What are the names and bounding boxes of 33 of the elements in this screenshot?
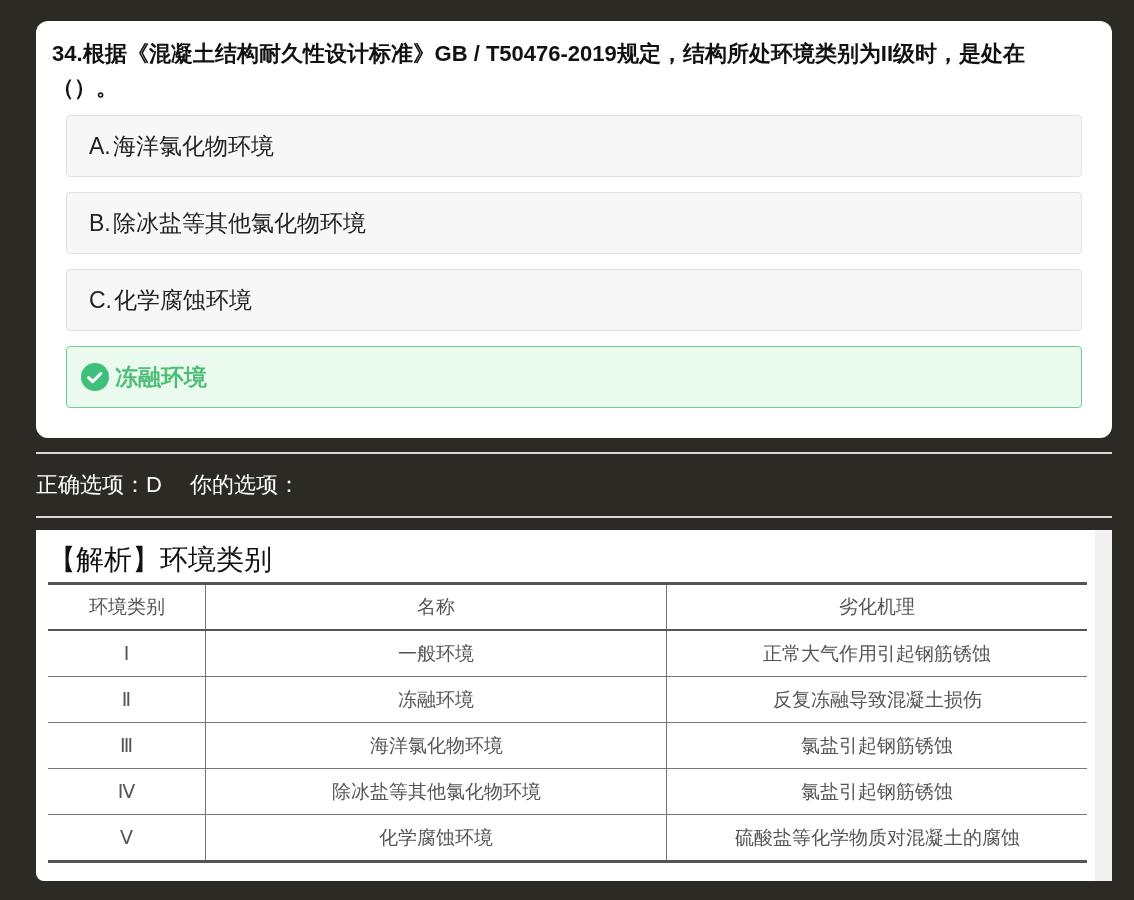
- option-text: 海洋氯化物环境: [112, 131, 274, 161]
- correct-answer: 正确选项：D: [36, 471, 162, 499]
- option-letter: C.: [89, 286, 112, 314]
- check-circle-icon: [81, 363, 109, 391]
- column-header: 环境类别: [48, 583, 206, 630]
- explanation-title: 【解析】环境类别: [48, 543, 273, 577]
- answer-option[interactable]: B.除冰盐等其他氯化物环境: [66, 192, 1082, 254]
- your-answer: 你的选项：: [189, 471, 300, 499]
- table-cell: Ⅴ: [48, 814, 206, 862]
- answer-option[interactable]: A.海洋氯化物环境: [66, 115, 1082, 177]
- option-text: 除冰盐等其他氯化物环境: [112, 208, 366, 238]
- option-text: 化学腐蚀环境: [114, 285, 252, 315]
- option-letter: B.: [89, 209, 111, 237]
- table-cell: Ⅳ: [48, 768, 206, 815]
- table-cell: Ⅲ: [48, 722, 206, 769]
- table-cell: 氯盐引起钢筋锈蚀: [666, 722, 1087, 769]
- table-cell: 除冰盐等其他氯化物环境: [205, 768, 667, 815]
- table-cell: Ⅰ: [48, 630, 206, 677]
- table-cell: 海洋氯化物环境: [205, 722, 667, 769]
- column-header: 名称: [205, 583, 667, 630]
- table-cell: Ⅱ: [48, 676, 206, 723]
- table-cell: 正常大气作用引起钢筋锈蚀: [666, 630, 1087, 677]
- question-text: 34.根据《混凝土结构耐久性设计标准》GB / T50476-2019规定，结构所处环境类别为II级时，是处在（）。: [52, 40, 1027, 102]
- table-cell: 反复冻融导致混凝土损伤: [666, 676, 1087, 723]
- table-cell: 氯盐引起钢筋锈蚀: [666, 768, 1087, 815]
- table-cell: 一般环境: [205, 630, 667, 677]
- table-cell: 硫酸盐等化学物质对混凝土的腐蚀: [666, 814, 1087, 862]
- table-cell: 化学腐蚀环境: [205, 814, 667, 862]
- answer-option[interactable]: C.化学腐蚀环境: [66, 269, 1082, 331]
- option-letter: A.: [89, 132, 111, 160]
- option-text: 冻融环境: [115, 362, 207, 392]
- table-cell: 冻融环境: [205, 676, 667, 723]
- column-header: 劣化机理: [666, 583, 1087, 630]
